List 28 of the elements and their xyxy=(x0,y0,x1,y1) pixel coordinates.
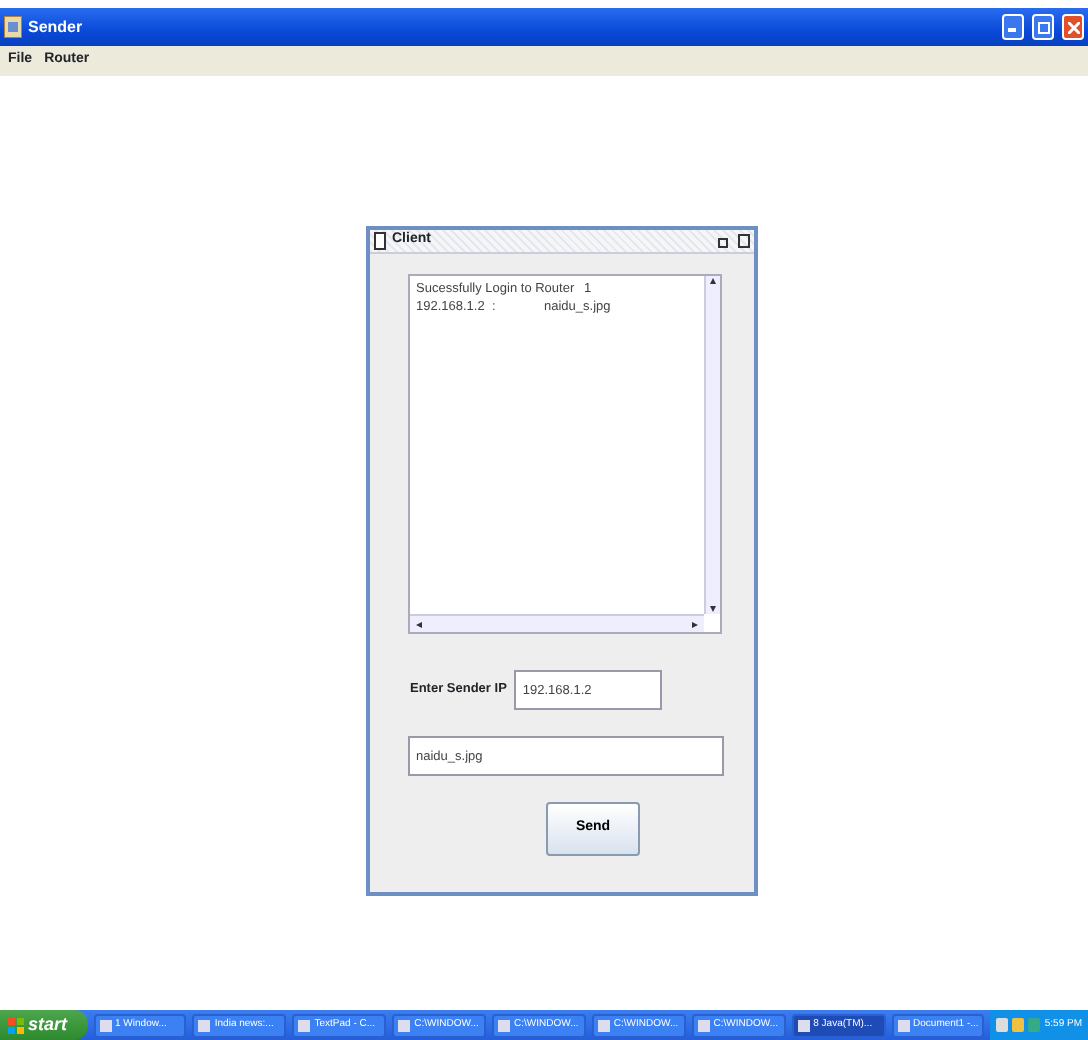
right-arrow-icon[interactable] xyxy=(690,619,700,629)
down-arrow-icon[interactable] xyxy=(708,604,718,614)
window-title: Sender xyxy=(28,15,83,39)
window-icon xyxy=(298,1019,311,1031)
start-button[interactable]: start xyxy=(0,1010,88,1040)
window-icon xyxy=(797,1019,810,1031)
maximize-button[interactable] xyxy=(1032,14,1054,40)
horizontal-scrollbar[interactable] xyxy=(410,614,704,632)
left-arrow-icon[interactable] xyxy=(414,619,424,629)
close-icon xyxy=(1067,21,1079,33)
window-icon xyxy=(897,1019,910,1031)
up-arrow-icon[interactable] xyxy=(708,276,718,286)
close-button[interactable] xyxy=(1062,14,1084,40)
window-icon xyxy=(498,1019,511,1031)
maximize-icon[interactable] xyxy=(738,234,750,248)
app-icon xyxy=(4,16,22,38)
minimize-button[interactable] xyxy=(1002,14,1024,40)
windows-logo xyxy=(8,1017,24,1033)
window-icon xyxy=(597,1019,610,1031)
window-icon xyxy=(697,1019,710,1031)
window-icon xyxy=(398,1019,411,1031)
restore-icon[interactable] xyxy=(718,234,730,248)
vertical-scrollbar[interactable] xyxy=(704,276,720,614)
window-icon xyxy=(99,1019,112,1031)
frame-icon xyxy=(374,232,386,250)
maximize-icon xyxy=(1037,21,1049,33)
minimize-icon xyxy=(1008,22,1018,32)
window-icon xyxy=(198,1019,211,1031)
